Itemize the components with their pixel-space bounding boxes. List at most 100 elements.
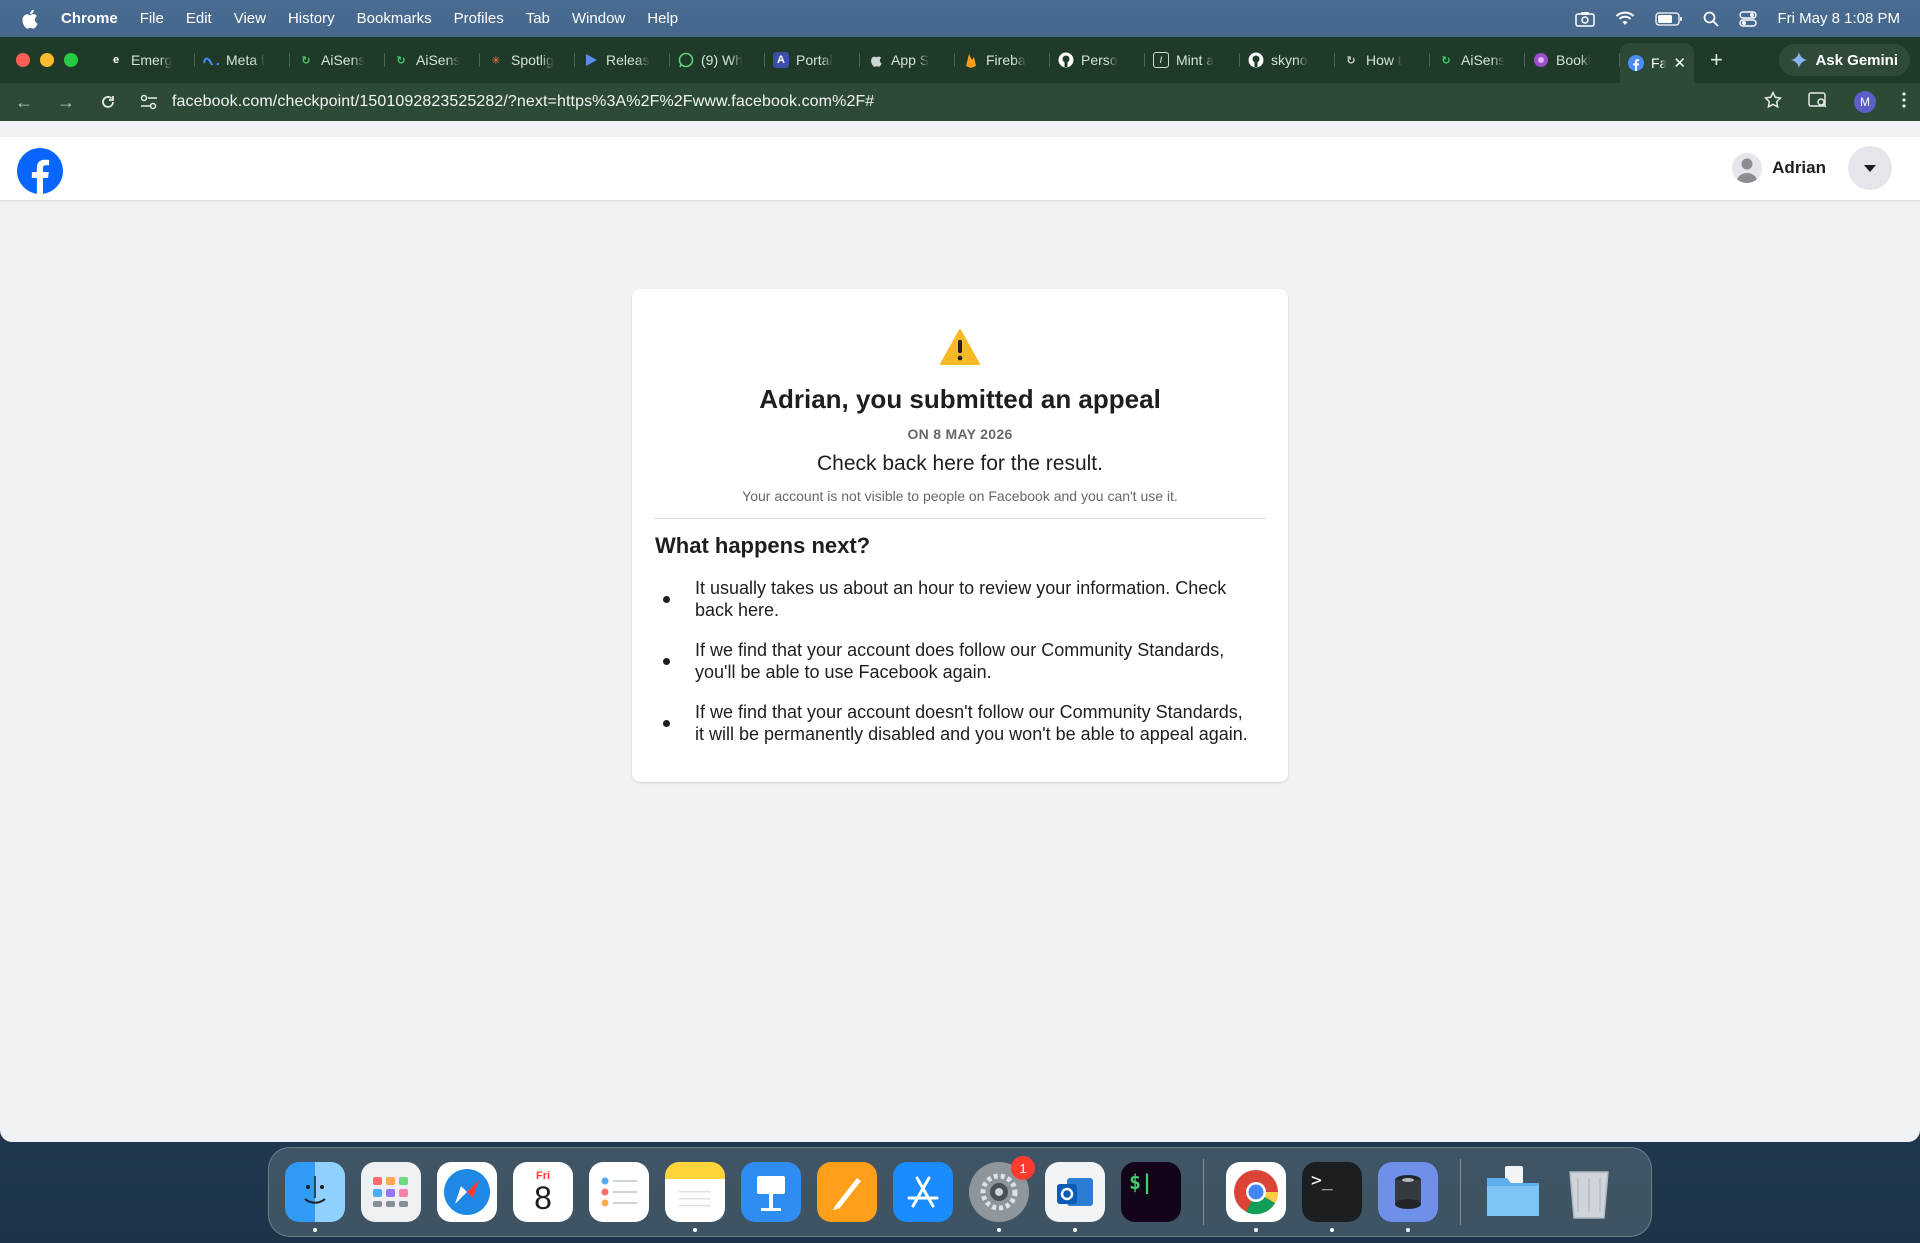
notification-badge: 1 xyxy=(1011,1156,1035,1180)
forward-arrow-icon[interactable]: → xyxy=(56,92,76,112)
address-toolbar: ← → facebook.com/checkpoint/150109282352… xyxy=(0,83,1920,121)
finder-icon[interactable] xyxy=(285,1162,345,1232)
tab-search-icon[interactable] xyxy=(1808,91,1828,114)
launchpad-icon[interactable] xyxy=(361,1162,421,1222)
tab-facebook-active[interactable]: Fa ✕ xyxy=(1620,43,1694,83)
bullet-dot xyxy=(663,720,670,727)
meta-icon xyxy=(203,52,219,68)
ask-gemini-button[interactable]: Ask Gemini xyxy=(1779,44,1910,76)
notes-icon[interactable] xyxy=(665,1162,725,1232)
tab-release[interactable]: Releas xyxy=(575,42,670,78)
account-profile-chip[interactable]: Adrian xyxy=(1732,150,1826,186)
portal-icon: A xyxy=(773,52,789,68)
tab-mint[interactable]: / Mint a xyxy=(1145,42,1240,78)
gemini-sparkle-icon xyxy=(1791,52,1808,68)
safari-icon[interactable] xyxy=(437,1162,497,1222)
menu-tab[interactable]: Tab xyxy=(526,10,550,27)
dock-separator xyxy=(1460,1159,1461,1225)
terminal-dollar-icon[interactable]: $| xyxy=(1121,1162,1181,1222)
system-settings-icon[interactable]: 1 xyxy=(969,1156,1035,1232)
minimize-window-button[interactable] xyxy=(40,53,54,67)
facebook-logo-icon[interactable] xyxy=(17,148,63,194)
menu-history[interactable]: History xyxy=(288,10,335,27)
reload-icon[interactable] xyxy=(98,92,118,112)
menu-window[interactable]: Window xyxy=(572,10,625,27)
zoom-window-button[interactable] xyxy=(64,53,78,67)
tab-aisens-2[interactable]: ↻ AiSens xyxy=(385,42,480,78)
menu-view[interactable]: View xyxy=(234,10,266,27)
menu-file[interactable]: File xyxy=(140,10,164,27)
menu-help[interactable]: Help xyxy=(647,10,678,27)
tab-label: Emerg xyxy=(131,52,173,68)
screen-share-icon[interactable] xyxy=(1575,11,1596,27)
running-indicator xyxy=(1330,1228,1334,1232)
pages-icon[interactable] xyxy=(817,1162,877,1222)
apple-menu-icon[interactable] xyxy=(21,9,41,29)
menu-bar-clock[interactable]: Fri May 8 1:08 PM xyxy=(1777,10,1900,27)
downloads-folder-icon[interactable] xyxy=(1483,1162,1543,1222)
control-center-icon[interactable] xyxy=(1739,10,1758,27)
chrome-icon[interactable] xyxy=(1226,1162,1286,1232)
tab-spotlight[interactable]: ✳ Spotlig xyxy=(480,42,575,78)
divider xyxy=(654,518,1266,519)
tab-firebase[interactable]: Fireba xyxy=(955,42,1050,78)
tab-app-store[interactable]: App S xyxy=(860,42,955,78)
running-indicator xyxy=(997,1228,1001,1232)
tab-github-skyno[interactable]: skyno xyxy=(1240,42,1335,78)
battery-icon[interactable] xyxy=(1655,11,1683,26)
tab-meta[interactable]: Meta f xyxy=(195,42,290,78)
app-name-menu[interactable]: Chrome xyxy=(61,10,118,27)
app-store-icon[interactable] xyxy=(893,1162,953,1222)
booklet-icon xyxy=(1533,52,1549,68)
apple-icon xyxy=(868,52,884,68)
chrome-profile-avatar[interactable]: M xyxy=(1854,91,1876,113)
tab-label: Fireba xyxy=(986,52,1026,68)
appeal-title: Adrian, you submitted an appeal xyxy=(759,384,1161,414)
back-arrow-icon[interactable]: ← xyxy=(14,92,34,112)
terminal-prompt-glyph: >_ xyxy=(1311,1170,1333,1191)
spotlight-search-icon[interactable] xyxy=(1703,11,1720,27)
tab-github-personal[interactable]: Perso xyxy=(1050,42,1145,78)
tab-aisens-3[interactable]: ↻ AiSens xyxy=(1430,42,1525,78)
tab-label: AiSens xyxy=(416,52,461,68)
close-window-button[interactable] xyxy=(16,53,30,67)
menu-edit[interactable]: Edit xyxy=(186,10,212,27)
tab-portal[interactable]: A Portal xyxy=(765,42,860,78)
tab-how-to[interactable]: ↻ How t xyxy=(1335,42,1430,78)
terminal-icon[interactable]: >_ xyxy=(1302,1162,1362,1232)
reminders-icon[interactable] xyxy=(589,1162,649,1222)
list-item-text: If we find that your account does follow… xyxy=(695,640,1225,682)
tab-label: Spotlig xyxy=(511,52,554,68)
tab-aisens-1[interactable]: ↻ AiSens xyxy=(290,42,385,78)
address-bar-url[interactable]: facebook.com/checkpoint/1501092823525282… xyxy=(172,93,874,111)
mint-icon: / xyxy=(1153,52,1169,68)
calendar-date: 8 xyxy=(534,1180,552,1216)
whatsapp-icon xyxy=(678,52,694,68)
outlook-icon[interactable] xyxy=(1045,1162,1105,1232)
wifi-icon[interactable] xyxy=(1615,11,1635,26)
chrome-menu-icon[interactable] xyxy=(1902,91,1906,113)
trash-icon[interactable] xyxy=(1559,1162,1619,1222)
tab-label: (9) Wh xyxy=(701,52,743,68)
site-settings-icon[interactable] xyxy=(140,94,158,110)
bookmark-star-icon[interactable] xyxy=(1763,90,1783,114)
tab-label: Mint a xyxy=(1176,52,1215,68)
tab-whatsapp[interactable]: (9) Wh xyxy=(670,42,765,78)
running-indicator xyxy=(313,1228,317,1232)
calendar-icon[interactable]: Fri 8 xyxy=(513,1162,573,1222)
menu-profiles[interactable]: Profiles xyxy=(454,10,504,27)
list-item: It usually takes us about an hour to rev… xyxy=(655,577,1255,621)
account-menu-button[interactable] xyxy=(1848,146,1892,190)
tab-label: AiSens xyxy=(1461,52,1506,68)
bullet-dot xyxy=(663,596,670,603)
keynote-icon[interactable] xyxy=(741,1162,801,1222)
menu-bookmarks[interactable]: Bookmarks xyxy=(357,10,432,27)
aisens-icon: ↻ xyxy=(1441,54,1451,67)
tab-label: Meta f xyxy=(226,52,265,68)
close-tab-icon[interactable]: ✕ xyxy=(1673,54,1686,72)
new-tab-button[interactable]: + xyxy=(1710,47,1723,73)
tab-emergent[interactable]: e Emerg xyxy=(100,42,195,78)
disk-utility-icon[interactable] xyxy=(1378,1162,1438,1232)
tab-booklet[interactable]: Bookl xyxy=(1525,42,1620,78)
tab-label: AiSens xyxy=(321,52,366,68)
